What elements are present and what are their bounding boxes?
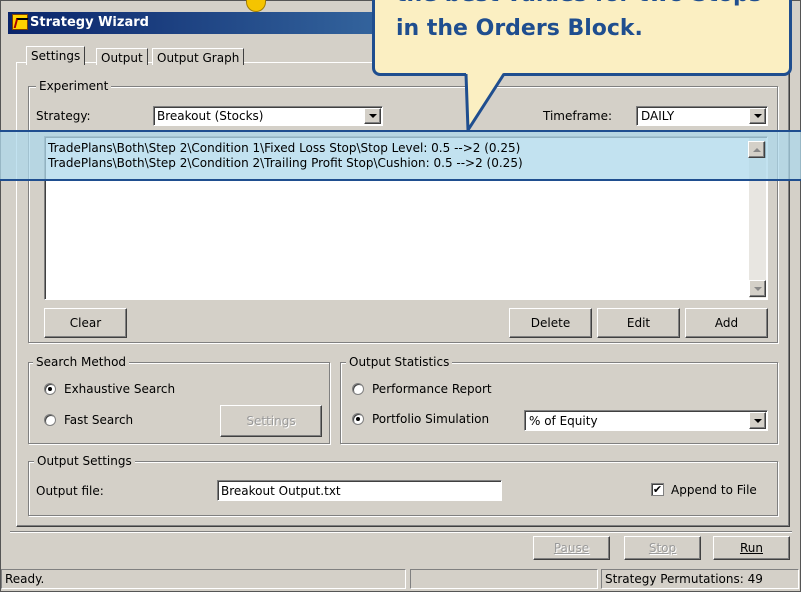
tab-settings[interactable]: Settings — [26, 46, 86, 65]
output-statistics-group — [340, 362, 778, 444]
search-method-group-label: Search Method — [33, 354, 130, 370]
portfolio-simulation-label[interactable]: Portfolio Simulation — [372, 411, 489, 427]
strategy-label: Strategy: — [36, 109, 91, 123]
callout-line-2: in the Orders Block. — [396, 16, 643, 41]
append-to-file-label[interactable]: Append to File — [671, 482, 757, 498]
strategy-combo-value: Breakout (Stocks) — [157, 109, 264, 123]
portfolio-mode-value: % of Equity — [529, 414, 598, 428]
portfolio-simulation-radio[interactable] — [352, 413, 364, 425]
callout-pointer — [464, 72, 506, 132]
scroll-up-icon[interactable] — [748, 141, 765, 158]
status-text: Ready. — [1, 569, 406, 589]
pause-button[interactable]: Pause — [533, 536, 610, 560]
stop-button[interactable]: Stop — [624, 536, 701, 560]
append-to-file-checkbox[interactable]: ✔ — [651, 483, 664, 496]
performance-report-label[interactable]: Performance Report — [372, 381, 492, 397]
timeframe-combo[interactable]: DAILY — [636, 106, 768, 126]
portfolio-mode-combo[interactable]: % of Equity — [524, 410, 768, 431]
clear-button[interactable]: Clear — [44, 308, 127, 338]
add-button[interactable]: Add — [685, 308, 768, 338]
fast-search-label[interactable]: Fast Search — [64, 412, 133, 428]
list-items: TradePlans\Both\Step 2\Condition 1\Fixed… — [48, 141, 523, 171]
exhaustive-search-label[interactable]: Exhaustive Search — [64, 381, 175, 397]
timeframe-label: Timeframe: — [543, 109, 612, 123]
tab-output[interactable]: Output — [96, 48, 148, 65]
status-middle — [410, 569, 598, 589]
list-item[interactable]: TradePlans\Both\Step 2\Condition 2\Trail… — [48, 156, 523, 171]
strategy-permutations: Strategy Permutations: 49 — [601, 569, 799, 589]
fast-search-radio[interactable] — [44, 414, 56, 426]
edit-button[interactable]: Edit — [597, 308, 680, 338]
list-item[interactable]: TradePlans\Both\Step 2\Condition 1\Fixed… — [48, 141, 523, 156]
scroll-down-icon[interactable] — [749, 280, 766, 297]
callout-text: the best values for two Stops in the Ord… — [396, 0, 762, 46]
output-file-label: Output file: — [36, 484, 104, 498]
output-file-value: Breakout Output.txt — [221, 484, 341, 498]
delete-button[interactable]: Delete — [509, 308, 592, 338]
experiment-group-label: Experiment — [36, 78, 112, 94]
chevron-down-icon[interactable] — [749, 412, 766, 429]
run-button[interactable]: Run — [713, 536, 790, 560]
callout-line-1: the best values for two Stops — [396, 0, 762, 12]
divider — [10, 531, 792, 533]
chevron-down-icon[interactable] — [749, 108, 766, 124]
exhaustive-search-radio[interactable] — [44, 383, 56, 395]
output-statistics-group-label: Output Statistics — [346, 354, 453, 370]
chevron-down-icon[interactable] — [364, 108, 381, 124]
window-title: Strategy Wizard — [30, 15, 149, 30]
tab-output-graph[interactable]: Output Graph — [152, 48, 245, 65]
timeframe-combo-value: DAILY — [641, 109, 675, 123]
output-settings-group-label: Output Settings — [34, 453, 135, 469]
search-settings-button[interactable]: Settings — [220, 405, 322, 437]
output-file-input[interactable]: Breakout Output.txt — [217, 480, 502, 501]
performance-report-radio[interactable] — [352, 383, 364, 395]
app-icon — [12, 14, 28, 30]
strategy-combo[interactable]: Breakout (Stocks) — [153, 106, 383, 126]
